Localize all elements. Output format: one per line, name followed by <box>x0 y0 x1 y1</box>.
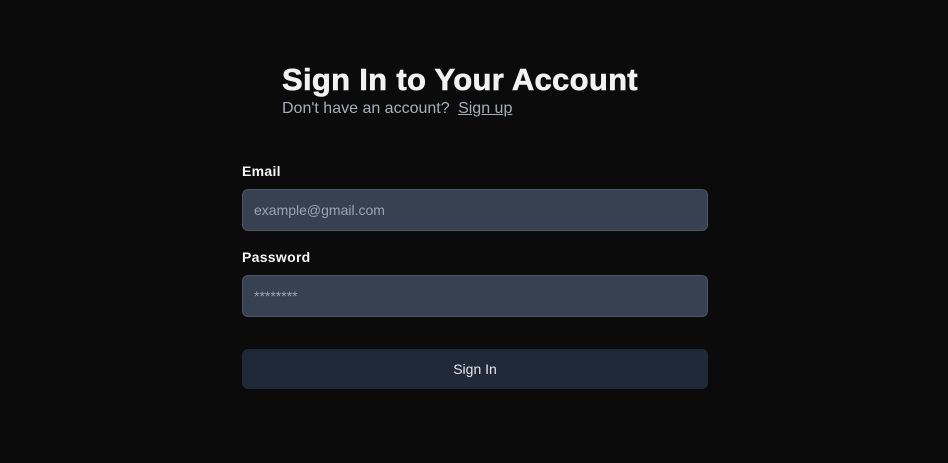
password-label: Password <box>242 249 311 265</box>
signup-prompt: Don't have an account? Sign up <box>282 100 722 118</box>
sign-in-form: Email Password Sign In <box>242 163 708 389</box>
password-input[interactable] <box>242 275 708 317</box>
signup-prompt-text: Don't have an account? <box>282 100 450 117</box>
password-field-group: Password <box>242 249 708 317</box>
email-label: Email <box>242 163 281 179</box>
sign-in-header: Sign In to Your Account Don't have an ac… <box>282 62 722 118</box>
sign-in-page: Sign In to Your Account Don't have an ac… <box>0 0 948 463</box>
page-title: Sign In to Your Account <box>282 62 638 98</box>
sign-in-button[interactable]: Sign In <box>242 349 708 389</box>
email-field-group: Email <box>242 163 708 231</box>
signup-link[interactable]: Sign up <box>458 100 512 117</box>
email-input[interactable] <box>242 189 708 231</box>
